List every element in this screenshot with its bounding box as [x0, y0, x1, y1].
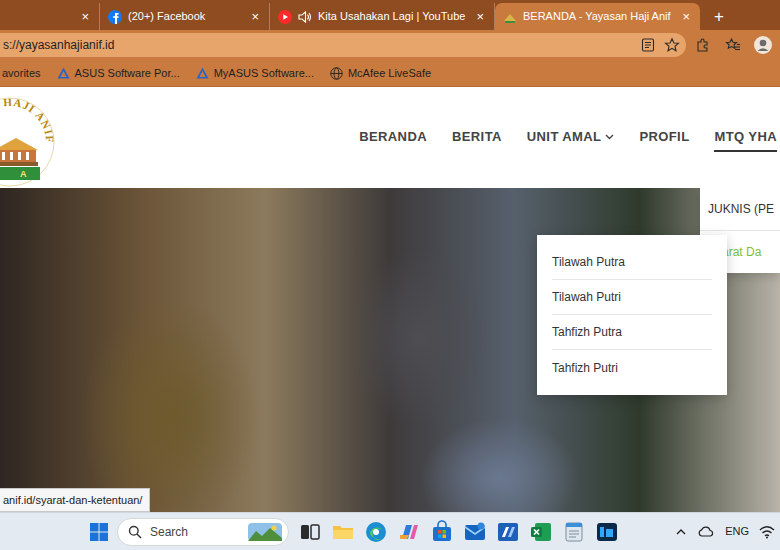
nav-link[interactable]: PROFIL	[639, 123, 689, 153]
favorites-bar: avorites ASUS Software Por... MyASUS Softw…	[0, 60, 780, 87]
search-highlight-icon[interactable]	[248, 523, 282, 541]
submenu-item[interactable]: Tahfizh Putri	[552, 350, 712, 385]
mail-icon[interactable]	[463, 520, 487, 544]
taskbar-search[interactable]: Search	[117, 518, 289, 546]
address-url[interactable]: s://yayasanhajianif.id	[3, 36, 632, 54]
copilot-icon[interactable]	[397, 520, 421, 544]
submenu-item[interactable]: Tahfizh Putra	[552, 315, 712, 350]
notepad-icon[interactable]	[562, 520, 586, 544]
dropdown-item[interactable]: JUKNIS (PE	[700, 188, 780, 231]
submenu-item[interactable]: Tilawah Putra	[552, 245, 712, 280]
logo-band-text: A	[20, 169, 27, 179]
browser-tab[interactable]: ×	[0, 3, 100, 30]
wifi-icon[interactable]	[759, 525, 775, 539]
browser-tab[interactable]: Kita Usahakan Lagi | YouTube ×	[270, 3, 495, 30]
browser-window: ×(20+) Facebook×Kita Usahakan Lagi | You…	[0, 0, 780, 550]
asus-icon	[196, 67, 209, 79]
facebook-icon	[108, 10, 122, 24]
photoshop-icon[interactable]	[595, 520, 619, 544]
site-logo[interactable]: HAJI ANIF A	[0, 88, 62, 188]
tab-close-button[interactable]: ×	[680, 10, 692, 23]
favorite-link[interactable]: MyASUS Software...	[196, 65, 314, 82]
edge-icon[interactable]	[364, 520, 388, 544]
tab-content: Kita Usahakan Lagi | YouTube	[278, 8, 468, 25]
main-nav: BERANDA BERITA UNIT AMAL PROFIL MTQ YHA	[359, 123, 780, 153]
task-view-icon[interactable]	[298, 520, 322, 544]
folder-icon[interactable]	[331, 520, 355, 544]
tab-close-button[interactable]: ×	[249, 10, 261, 23]
tab-content: BERANDA - Yayasan Haji Anif	[503, 8, 674, 25]
hero-banner: JUKNIS (PESyarat DaTilawah PutraTilawah …	[0, 188, 780, 512]
favorites-icon[interactable]	[720, 33, 746, 57]
nav-label: UNIT AMAL	[527, 127, 602, 147]
nav-link[interactable]: MTQ YHA	[714, 123, 777, 153]
svg-text:HAJI ANIF: HAJI ANIF	[3, 95, 56, 143]
language-indicator[interactable]: ENG	[725, 523, 749, 540]
nav-label: BERANDA	[359, 127, 427, 147]
tab-title: (20+) Facebook	[128, 8, 243, 25]
speaker-icon[interactable]	[298, 10, 312, 24]
youtube-icon	[278, 10, 292, 24]
nav-link[interactable]: BERITA	[452, 123, 502, 153]
logo-text: HAJI ANIF	[3, 95, 56, 143]
extensions-icon[interactable]	[690, 33, 716, 57]
favorite-link[interactable]: avorites	[2, 65, 41, 82]
profile-icon[interactable]	[750, 33, 776, 57]
search-placeholder[interactable]: Search	[150, 523, 240, 541]
tab-title: BERANDA - Yayasan Haji Anif	[523, 8, 674, 25]
star-icon[interactable]	[664, 37, 680, 53]
favorite-label: McAfee LiveSafe	[348, 65, 431, 82]
favorite-label: ASUS Software Por...	[75, 65, 180, 82]
nav-link[interactable]: UNIT AMAL	[527, 123, 615, 153]
browser-tab[interactable]: (20+) Facebook ×	[100, 3, 270, 30]
new-tab-button[interactable]: +	[700, 3, 738, 30]
tab-content: (20+) Facebook	[108, 8, 243, 25]
globe-icon	[330, 67, 343, 80]
site-logo-icon	[503, 10, 517, 24]
system-tray: ENG	[675, 523, 775, 540]
toolbar: s://yayasanhajianif.id	[0, 30, 780, 60]
submenu-panel: Tilawah PutraTilawah PutriTahfizh PutraT…	[537, 235, 727, 395]
search-icon	[128, 525, 142, 539]
taskbar: Search ENG	[0, 512, 780, 550]
tab-strip: ×(20+) Facebook×Kita Usahakan Lagi | You…	[0, 0, 780, 30]
site-header: HAJI ANIF A BERANDA BERITA UNIT AMAL PROFIL MT…	[0, 87, 780, 188]
favorite-link[interactable]: ASUS Software Por...	[57, 65, 180, 82]
favorite-label: avorites	[2, 65, 41, 82]
excel-icon[interactable]	[529, 520, 553, 544]
status-url: anif.id/syarat-dan-ketentuan/	[0, 488, 150, 513]
windows-start-icon[interactable]	[90, 523, 108, 541]
browser-tab[interactable]: BERANDA - Yayasan Haji Anif ×	[495, 3, 700, 30]
chevron-down-icon[interactable]	[605, 134, 614, 140]
tab-title: Kita Usahakan Lagi | YouTube	[318, 8, 468, 25]
tab-close-button[interactable]: ×	[474, 10, 486, 23]
nav-label: PROFIL	[639, 127, 689, 147]
nav-link[interactable]: BERANDA	[359, 123, 427, 153]
favorite-link[interactable]: McAfee LiveSafe	[330, 65, 431, 82]
address-bar[interactable]: s://yayasanhajianif.id	[0, 33, 686, 57]
app-icon[interactable]	[496, 520, 520, 544]
nav-label: BERITA	[452, 127, 502, 147]
cloud-icon[interactable]	[697, 524, 715, 540]
nav-label: MTQ YHA	[714, 127, 777, 147]
tab-close-button[interactable]: ×	[79, 10, 91, 23]
submenu-item[interactable]: Tilawah Putri	[552, 280, 712, 315]
chevron-up-icon[interactable]	[675, 526, 687, 538]
reader-view-icon[interactable]	[640, 37, 656, 53]
store-icon[interactable]	[430, 520, 454, 544]
asus-icon	[57, 67, 70, 79]
favorite-label: MyASUS Software...	[214, 65, 314, 82]
